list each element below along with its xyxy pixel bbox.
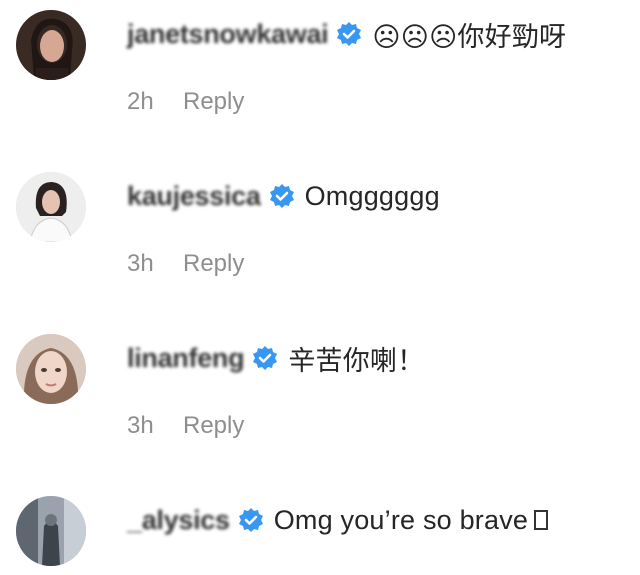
timestamp: 3h: [127, 250, 154, 277]
avatar[interactable]: [16, 334, 86, 404]
comment-meta: 3h Reply: [127, 247, 244, 281]
verified-badge-icon: [269, 183, 295, 209]
verified-badge-icon: [252, 345, 278, 371]
username[interactable]: linanfeng: [127, 343, 245, 374]
verified-badge-icon: [336, 21, 362, 47]
avatar[interactable]: [16, 10, 86, 80]
comment-meta: 2h Reply: [127, 85, 244, 119]
reply-button[interactable]: Reply: [183, 412, 244, 440]
reply-button[interactable]: Reply: [183, 88, 244, 116]
timestamp: 2h: [127, 88, 154, 115]
username[interactable]: kaujessica: [127, 181, 261, 212]
comment-line: _alysics Omg you’re so brave: [127, 500, 549, 540]
avatar[interactable]: [16, 496, 86, 566]
avatar[interactable]: [16, 172, 86, 242]
username[interactable]: janetsnowkawai: [127, 19, 329, 50]
comment-text: 辛苦你喇！: [288, 345, 425, 376]
comment-meta: 3h Reply: [127, 409, 244, 443]
comment-line: linanfeng 辛苦你喇！: [127, 338, 424, 378]
comment-text: Omgggggg: [304, 180, 440, 211]
timestamp: 3h: [127, 412, 154, 439]
username[interactable]: _alysics: [127, 505, 230, 536]
reply-button[interactable]: Reply: [183, 250, 244, 278]
comment-text: Omg you’re so brave: [273, 504, 529, 535]
comment-line: janetsnowkawai ☹☹☹你好勁呀: [127, 14, 566, 54]
verified-badge-icon: [238, 507, 264, 533]
comment-text: ☹☹☹你好勁呀: [372, 21, 567, 52]
missing-glyph-icon: [534, 510, 549, 530]
comment-line: kaujessica Omgggggg: [127, 176, 440, 216]
